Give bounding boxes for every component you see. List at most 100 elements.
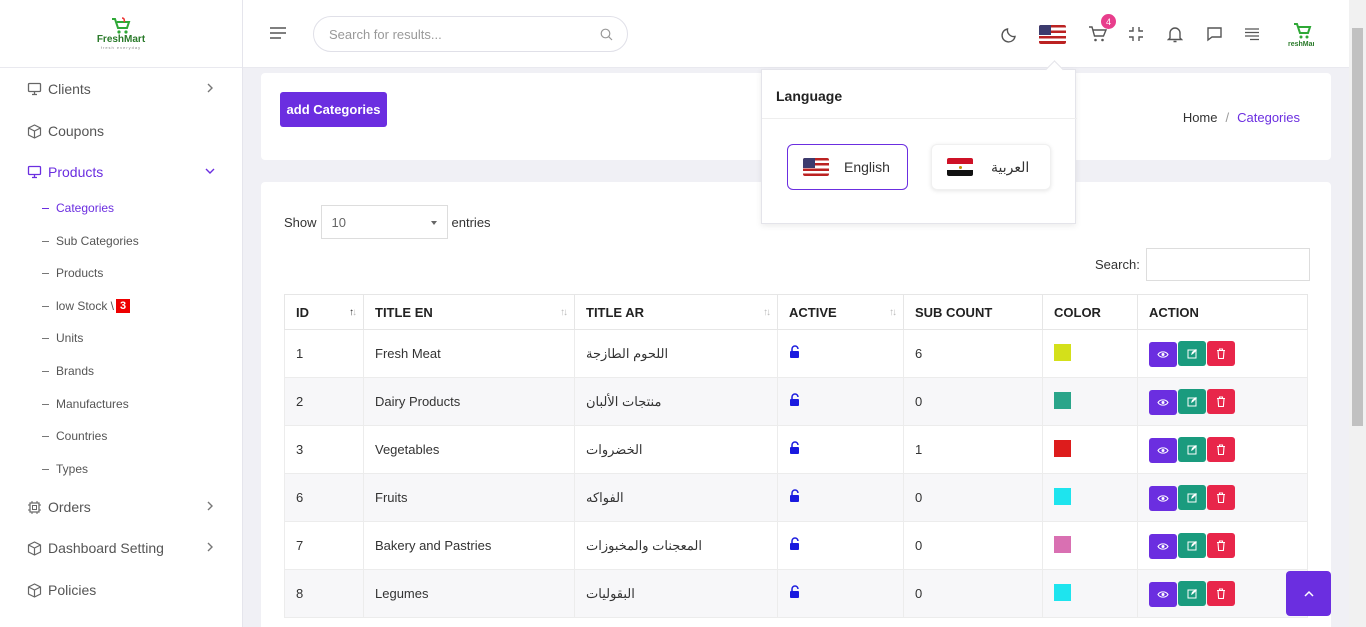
logo[interactable]: FreshMart fresh everyday [0,0,242,68]
column-header-title-en[interactable]: TITLE EN ↑↓ [363,294,575,330]
color-swatch [1054,391,1071,409]
unlock-icon[interactable] [789,345,801,362]
chevron-right-icon [207,83,213,93]
delete-button[interactable] [1207,580,1235,606]
table-row: 2 Dairy Products منتجات الألبان 0 [284,377,1308,426]
language-option-english[interactable]: English [787,144,908,190]
page-length-select[interactable]: 10 [320,205,448,239]
dash [42,207,49,209]
sidebar-subitem-products[interactable]: Products [42,264,103,282]
breadcrumb-home[interactable]: Home [1183,110,1218,125]
message-icon[interactable] [1204,24,1224,44]
table-search-input[interactable] [1145,248,1310,281]
delete-button[interactable] [1207,532,1235,558]
sidebar-subitem-manufactures[interactable]: Manufactures [42,395,129,413]
back-to-top-button[interactable] [1286,571,1331,616]
edit-button[interactable] [1178,388,1206,414]
language-dropdown: Language English العربية [761,69,1077,224]
scrollbar-thumb[interactable] [1352,28,1363,426]
view-button[interactable] [1149,485,1177,511]
unlock-icon[interactable] [789,489,801,506]
sidebar-subitem-countries[interactable]: Countries [42,427,107,445]
column-header-sub-count[interactable]: SUB COUNT [903,294,1043,330]
cell-title-en: Bakery and Pastries [363,521,575,570]
unlock-icon[interactable] [789,585,801,602]
delete-button[interactable] [1207,388,1235,414]
search-input[interactable]: Search for results... [313,16,628,52]
cell-id: 1 [284,329,364,378]
search-icon[interactable] [600,28,613,41]
header-label: ACTION [1149,304,1199,320]
sidebar-subitem-low-stock[interactable]: low Stock \ 3 [42,297,131,315]
column-header-id[interactable]: ID ↑↓ [284,294,364,330]
cell-color [1042,425,1138,474]
edit-button[interactable] [1178,436,1206,462]
chevron-right-icon [207,501,213,511]
sidebar-subitem-categories[interactable]: Categories [42,199,114,217]
sidebar-subitem-brands[interactable]: Brands [42,362,94,380]
language-option-arabic[interactable]: العربية [931,144,1051,190]
right-menu-icon[interactable] [1242,24,1262,44]
unlock-icon[interactable] [789,393,801,410]
header-label: SUB COUNT [915,304,993,320]
dark-mode-moon-icon[interactable] [999,24,1019,44]
cell-color [1042,521,1138,570]
column-header-action[interactable]: ACTION [1137,294,1308,330]
egypt-flag-icon [947,158,973,176]
delete-button[interactable] [1207,436,1235,462]
sidebar-item-orders[interactable]: Orders [0,495,243,519]
cell-id: 6 [284,473,364,522]
table-row: 1 Fresh Meat اللحوم الطازجة 6 [284,329,1308,378]
edit-button[interactable] [1178,340,1206,366]
edit-button[interactable] [1178,532,1206,558]
bell-icon[interactable] [1165,24,1185,44]
unlock-icon[interactable] [789,537,801,554]
view-button[interactable] [1149,581,1177,607]
view-button[interactable] [1149,533,1177,559]
unlock-icon[interactable] [789,441,801,458]
delete-button[interactable] [1207,340,1235,366]
sidebar-item-coupons[interactable]: Coupons [0,119,243,143]
cell-sub-count: 0 [903,377,1043,426]
fullscreen-exit-icon[interactable] [1126,24,1146,44]
language-flag-button[interactable] [1038,24,1066,44]
sidebar-item-products[interactable]: Products [0,160,243,184]
box-icon [26,123,42,139]
dash [42,403,49,405]
view-button[interactable] [1149,437,1177,463]
column-header-title-ar[interactable]: TITLE AR ↑↓ [574,294,778,330]
header-label: TITLE EN [375,304,433,320]
cell-title-ar: البقوليات [574,569,778,618]
column-header-color[interactable]: COLOR [1042,294,1138,330]
edit-button[interactable] [1178,580,1206,606]
user-avatar[interactable]: reshMart [1286,20,1314,48]
sidebar-subitem-types[interactable]: Types [42,460,88,478]
cell-action [1137,473,1308,522]
cell-id: 2 [284,377,364,426]
add-categories-button[interactable]: add Categories [280,92,387,127]
sidebar-subitem-units[interactable]: Units [42,329,83,347]
delete-button[interactable] [1207,484,1235,510]
header-label: ACTIVE [789,304,837,320]
cell-title-en: Fresh Meat [363,329,575,378]
view-button[interactable] [1149,389,1177,415]
entries-label: entries [451,214,491,230]
sidebar-item-clients[interactable]: Clients [0,77,243,101]
edit-icon [1187,588,1198,599]
menu-toggle-icon[interactable] [270,27,286,39]
view-button[interactable] [1149,341,1177,367]
cell-title-ar: اللحوم الطازجة [574,329,778,378]
cell-action [1137,425,1308,474]
edit-button[interactable] [1178,484,1206,510]
categories-table: ID ↑↓ TITLE EN ↑↓ TITLE AR ↑↓ ACTIVE ↑↓ SUB … [284,294,1308,618]
table-search: Search: [1095,248,1310,281]
search-placeholder: Search for results... [329,26,442,42]
brand-tagline: fresh everyday [100,45,142,50]
page-scrollbar[interactable] [1349,0,1366,627]
column-header-active[interactable]: ACTIVE ↑↓ [777,294,904,330]
sidebar-item-policies[interactable]: Policies [0,578,243,602]
cell-active [777,425,904,474]
cell-title-ar: منتجات الألبان [574,377,778,426]
sidebar-item-dashboard-setting[interactable]: Dashboard Setting [0,536,243,560]
sidebar-subitem-sub-categories[interactable]: Sub Categories [42,232,139,250]
